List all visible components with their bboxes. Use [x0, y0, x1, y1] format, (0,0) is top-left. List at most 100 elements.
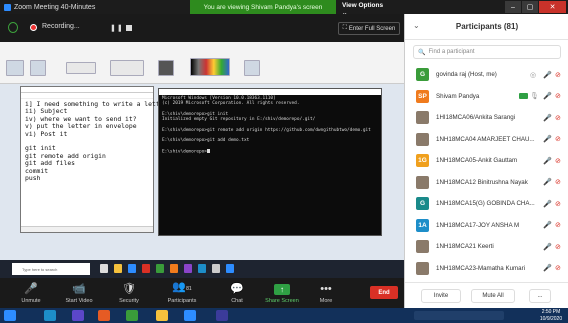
avatar: G — [416, 68, 429, 81]
microphone-muted-icon[interactable]: 🎤 — [543, 135, 552, 143]
view-options-button[interactable]: View Options ⌄ — [342, 2, 388, 17]
microphone-muted-icon[interactable]: 🎤 — [543, 264, 552, 272]
participant-row[interactable]: 1G 1NH18MCA05-Ankit Gauttam 🎤 ⊘ — [405, 150, 568, 171]
participant-row[interactable]: 1NH18MCA23-Mamatha Kumari 🎤 ⊘ — [405, 258, 568, 279]
zoom-icon[interactable] — [184, 310, 196, 321]
microphone-muted-icon[interactable]: 🎤 — [543, 243, 552, 251]
chevron-down-icon[interactable]: ⌄ — [413, 21, 420, 30]
participant-row[interactable]: SP Shivam Pandya 🎙 🎤 ⊘ — [405, 86, 568, 107]
screen-share-icon — [519, 93, 528, 99]
maximize-button[interactable]: ▢ — [522, 1, 538, 13]
avatar — [416, 240, 429, 253]
taskbar-search-text: Type here to search — [22, 266, 58, 272]
avatar — [416, 132, 429, 146]
participant-search-input[interactable]: 🔍 Find a participant — [413, 45, 561, 59]
record-icon — [30, 24, 37, 31]
more-button[interactable]: ••• More — [314, 280, 338, 306]
avatar: 1G — [416, 154, 429, 167]
unmute-button[interactable]: 🎤 Unmute — [14, 280, 48, 306]
app-icon[interactable] — [72, 310, 84, 321]
zoom-window: Zoom Meeting 40-Minutes You are viewing … — [0, 0, 568, 323]
video-off-icon: ⊘ — [555, 243, 561, 251]
fullscreen-icon: ⛶ — [342, 25, 347, 31]
start-icon[interactable] — [4, 310, 16, 321]
mute-all-button[interactable]: Mute All — [471, 289, 515, 303]
panel-header: ⌄ Participants (81) — [405, 14, 568, 40]
shield-icon: 🛡 — [122, 283, 136, 295]
taskbar-search: Type here to search — [12, 263, 90, 275]
more-icon: ••• — [320, 283, 332, 295]
panel-more-button[interactable]: ... — [529, 289, 551, 303]
meeting-controls: 🎤 Unmute 📹 Start Video 🛡 Security 👥81 Pa… — [0, 278, 404, 308]
cmd-line-text: Initialized empty Git repository in E:/s… — [162, 117, 316, 123]
paint-ribbon — [0, 42, 404, 84]
minimize-button[interactable]: – — [505, 1, 521, 13]
participants-icon: 👥81 — [172, 281, 192, 293]
chat-button[interactable]: 💬 Chat — [224, 280, 250, 306]
shapes-icon — [110, 60, 144, 76]
microphone-muted-icon[interactable]: 🎤 — [543, 221, 552, 229]
windows-taskbar: 2:50 PM 10/9/2020 — [0, 308, 568, 323]
tools-icon — [66, 62, 96, 74]
participant-name: 1HI18MCA06/Ankita Sarangi — [436, 114, 516, 121]
notepad-status-bar — [21, 226, 153, 232]
close-button[interactable]: ✕ — [539, 1, 566, 13]
video-off-icon: ⊘ — [555, 136, 561, 143]
participant-row[interactable]: 1HI18MCA06/Ankita Sarangi 🎤 ⊘ — [405, 107, 568, 128]
notepad-text[interactable]: i] I need something to write a letter ii)… — [21, 99, 167, 184]
participant-row[interactable]: Ggovinda raj (Host, me) ◎ 🎤 ⊘ — [405, 64, 568, 85]
app-icon-3 — [170, 264, 178, 273]
app-icon-5 — [198, 264, 206, 273]
stop-recording-button[interactable] — [126, 25, 132, 31]
avatar: 1A — [416, 218, 429, 232]
participants-button[interactable]: 👥81 Participants — [162, 280, 202, 306]
avatar: G — [416, 197, 429, 210]
shared-screen: i] I need something to write a letter ii)… — [0, 42, 404, 278]
recording-label: Recording... — [42, 23, 80, 30]
select-icon — [30, 60, 46, 76]
invite-button[interactable]: Invite — [421, 289, 461, 303]
participant-row[interactable]: 1A 1NH18MCA17-JOY ANSHA M 🎤 ⊘ — [405, 215, 568, 236]
avatar — [416, 261, 429, 275]
participants-panel: ⌄ Participants (81) 🔍 Find a participant… — [404, 14, 568, 308]
cmd-line: E:\shiv\demorepo>git remote add origin h… — [162, 128, 378, 133]
microphone-muted-icon[interactable]: 🎤 — [543, 200, 552, 208]
cmd-line: E:\shiv\demorepo> — [162, 148, 378, 155]
notepad-window: i] I need something to write a letter ii)… — [20, 86, 167, 233]
participant-search-placeholder: Find a participant — [428, 49, 475, 55]
explorer-icon[interactable] — [156, 310, 168, 321]
start-video-button[interactable]: 📹 Start Video — [58, 280, 100, 306]
participant-name: 1NH18MCA04 AMARJEET CHAU... — [436, 135, 535, 143]
video-off-icon: ⊘ — [555, 114, 561, 122]
pause-recording-button[interactable]: ❚❚ — [110, 24, 124, 32]
participant-row[interactable]: 1NH18MCA04 AMARJEET CHAU... 🎤 ⊘ — [405, 129, 568, 150]
microphone-muted-icon[interactable]: 🎤 — [543, 178, 552, 186]
edge-icon[interactable] — [44, 310, 56, 321]
avatar — [416, 175, 429, 189]
microphone-muted-icon[interactable]: 🎤 — [543, 71, 552, 79]
microphone-muted-icon[interactable]: 🎤 — [543, 114, 552, 122]
video-off-icon: ⊘ — [555, 157, 561, 165]
cmd-output[interactable]: Microsoft Windows [Version 10.0.18363.11… — [159, 95, 381, 156]
security-button[interactable]: 🛡 Security — [112, 280, 146, 306]
shield-icon[interactable] — [8, 22, 18, 33]
task-view-icon — [100, 264, 108, 273]
app-icon-2 — [156, 264, 164, 273]
media-icon[interactable] — [98, 310, 110, 321]
microphone-muted-icon[interactable]: 🎤 — [543, 92, 552, 100]
title-bar: Zoom Meeting 40-Minutes You are viewing … — [0, 0, 568, 17]
chrome-icon[interactable] — [126, 310, 138, 321]
share-screen-button[interactable]: ↑ Share Screen — [262, 280, 302, 306]
enter-full-screen-button[interactable]: ⛶ Enter Full Screen — [338, 22, 400, 35]
participant-row[interactable]: G 1NH18MCA15(G) GOBINDA CHA... 🎤 ⊘ — [405, 193, 568, 214]
participant-row[interactable]: 1NH18MCA12 Binitrushna Nayak 🎤 ⊘ — [405, 172, 568, 193]
participant-row[interactable]: 1NH18MCA21 Keerti 🎤 ⊘ — [405, 236, 568, 257]
app-icon-6 — [212, 264, 220, 273]
chat-icon: 💬 — [230, 283, 244, 295]
share-screen-icon: ↑ — [274, 284, 290, 295]
microphone-muted-icon[interactable]: 🎤 — [543, 157, 552, 165]
explorer-icon — [114, 264, 122, 273]
end-meeting-button[interactable]: End — [370, 286, 398, 299]
cmd-line-text: E:\shiv\demorepo>git remote add origin h… — [162, 127, 371, 133]
app-icon-2[interactable] — [216, 310, 228, 321]
